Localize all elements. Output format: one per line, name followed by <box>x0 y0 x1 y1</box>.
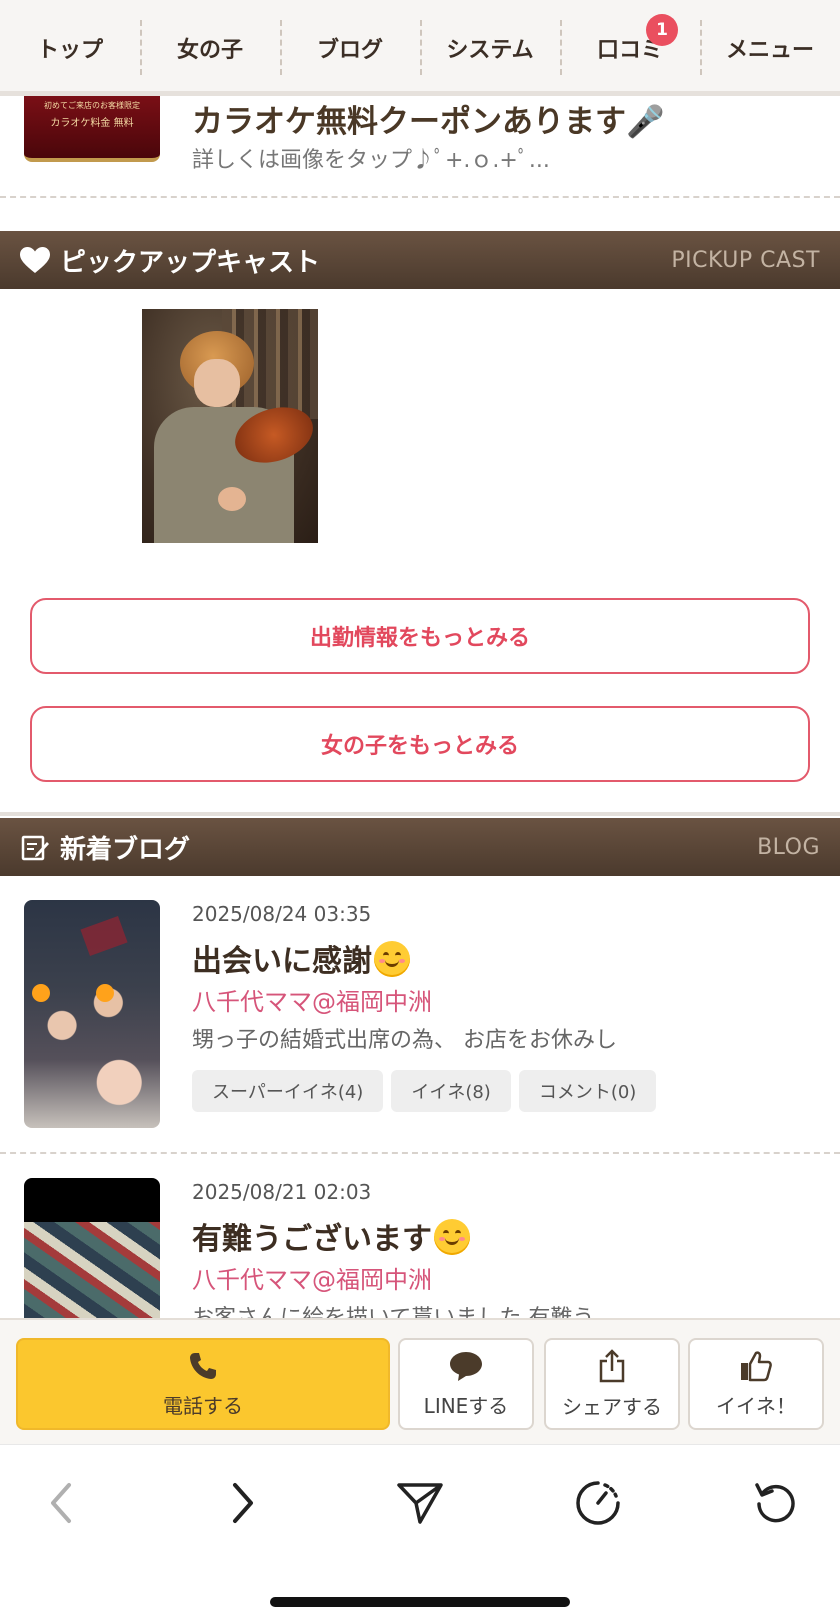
coupon-thumbnail[interactable]: 初めてご来店のお客様限定 カラオケ料金 無料 <box>24 96 160 162</box>
pickup-cast-title-en: PICKUP CAST <box>671 247 820 273</box>
thumbs-up-icon <box>741 1350 772 1381</box>
tab-menu[interactable]: メニュー <box>700 0 840 91</box>
more-attendance-label: 出勤情報をもっとみる <box>309 626 530 651</box>
chevron-left-icon <box>51 1483 71 1523</box>
section-divider <box>0 812 840 816</box>
blog-author[interactable]: 八千代ママ@福岡中洲 <box>192 982 432 1017</box>
tab-system[interactable]: システム <box>420 0 560 91</box>
heart-icon <box>18 243 52 277</box>
share-label: シェアする <box>562 1394 662 1419</box>
tab-girls[interactable]: 女の子 <box>140 0 280 91</box>
blog-author[interactable]: 八千代ママ@福岡中洲 <box>192 1260 432 1295</box>
reviews-count-badge: 1 <box>646 14 678 46</box>
tab-top-label: トップ <box>36 37 103 63</box>
blog-date: 2025/08/24 03:35 <box>192 902 372 926</box>
blog-reaction-chips: スーパーイイネ(4) イイネ(8) コメント(0) <box>192 1070 657 1112</box>
more-girls-button[interactable]: 女の子をもっとみる <box>30 706 810 782</box>
share-button[interactable]: シェアする <box>544 1338 680 1430</box>
chat-bubble-icon <box>450 1351 482 1381</box>
send-button[interactable] <box>390 1473 450 1533</box>
blog-title-text: 出会いに感謝 <box>192 944 372 979</box>
tab-top[interactable]: トップ <box>0 0 140 91</box>
call-button[interactable]: 電話する <box>16 1338 390 1430</box>
coupon-description: 詳しくは画像をタップ♪ﾟ+.ｏ.+ﾟ... <box>192 148 550 173</box>
back-button[interactable] <box>32 1473 92 1533</box>
blog-date: 2025/08/21 02:03 <box>192 1180 372 1204</box>
phone-icon <box>190 1352 216 1379</box>
blog-title-text: 有難うございます <box>192 1222 432 1257</box>
coupon-title[interactable]: カラオケ無料クーポンあります🎤 <box>192 96 665 141</box>
pickup-cast-photo[interactable] <box>142 309 318 543</box>
tab-blog-label: ブログ <box>316 37 383 63</box>
blog-title[interactable]: 出会いに感謝 <box>192 936 410 980</box>
blog-item[interactable]: 2025/08/21 02:03 有難うございます 八千代ママ@福岡中洲 お客さ… <box>0 1178 840 1318</box>
coupon-item[interactable]: 初めてご来店のお客様限定 カラオケ料金 無料 カラオケ無料クーポンあります🎤 詳… <box>0 96 840 198</box>
browser-toolbar <box>0 1444 840 1620</box>
line-label: LINEする <box>423 1393 509 1418</box>
line-button[interactable]: LINEする <box>398 1338 534 1430</box>
smile-emoji-icon <box>374 941 410 977</box>
tab-blog[interactable]: ブログ <box>280 0 420 91</box>
edit-note-icon <box>18 830 52 864</box>
more-attendance-button[interactable]: 出勤情報をもっとみる <box>30 598 810 674</box>
new-blog-title-en: BLOG <box>757 834 820 860</box>
blog-thumbnail[interactable] <box>24 1178 160 1318</box>
share-icon <box>599 1348 625 1382</box>
timer-gauge-icon <box>576 1481 620 1525</box>
tab-girls-label: 女の子 <box>176 37 243 63</box>
more-girls-label: 女の子をもっとみる <box>320 734 519 759</box>
coupon-thumb-line1: 初めてご来店のお客様限定 <box>44 101 140 110</box>
timer-button[interactable] <box>568 1473 628 1533</box>
blog-title[interactable]: 有難うございます <box>192 1214 470 1258</box>
coupon-thumb-line2: カラオケ料金 無料 <box>50 118 134 129</box>
new-blog-title: 新着ブログ <box>60 834 191 865</box>
home-indicator[interactable] <box>270 1597 570 1607</box>
forward-button[interactable] <box>212 1473 272 1533</box>
pickup-cast-title: ピックアップキャスト <box>60 247 321 278</box>
super-like-count-chip[interactable]: スーパーイイネ(4) <box>192 1070 384 1112</box>
like-label: イイネ！ <box>716 1393 796 1418</box>
blog-excerpt: 甥っ子の結婚式出席の為、 お店をお休みし <box>192 1028 617 1053</box>
chevron-right-icon <box>233 1483 253 1523</box>
paper-plane-icon <box>397 1483 443 1524</box>
smile-emoji-icon <box>434 1219 470 1255</box>
like-count-chip[interactable]: イイネ(8) <box>391 1070 511 1112</box>
tab-system-label: システム <box>446 37 534 63</box>
action-bar: 電話する LINEする シェアする イイネ！ <box>0 1318 840 1444</box>
blog-excerpt: お客さんに絵を描いて貰いました 有難う <box>192 1300 594 1318</box>
reload-icon <box>755 1483 795 1523</box>
call-label: 電話する <box>163 1393 243 1418</box>
blog-divider <box>0 1152 840 1154</box>
reload-button[interactable] <box>746 1473 806 1533</box>
like-button[interactable]: イイネ！ <box>688 1338 824 1430</box>
tab-reviews[interactable]: 口コミ 1 <box>560 0 700 91</box>
top-tab-nav: トップ 女の子 ブログ システム 口コミ 1 メニュー <box>0 0 840 96</box>
new-blog-header: 新着ブログ BLOG <box>0 818 840 876</box>
comment-count-chip[interactable]: コメント(0) <box>518 1070 657 1112</box>
pickup-cast-header: ピックアップキャスト PICKUP CAST <box>0 231 840 289</box>
blog-thumbnail[interactable] <box>24 900 160 1128</box>
tab-menu-label: メニュー <box>725 37 814 63</box>
